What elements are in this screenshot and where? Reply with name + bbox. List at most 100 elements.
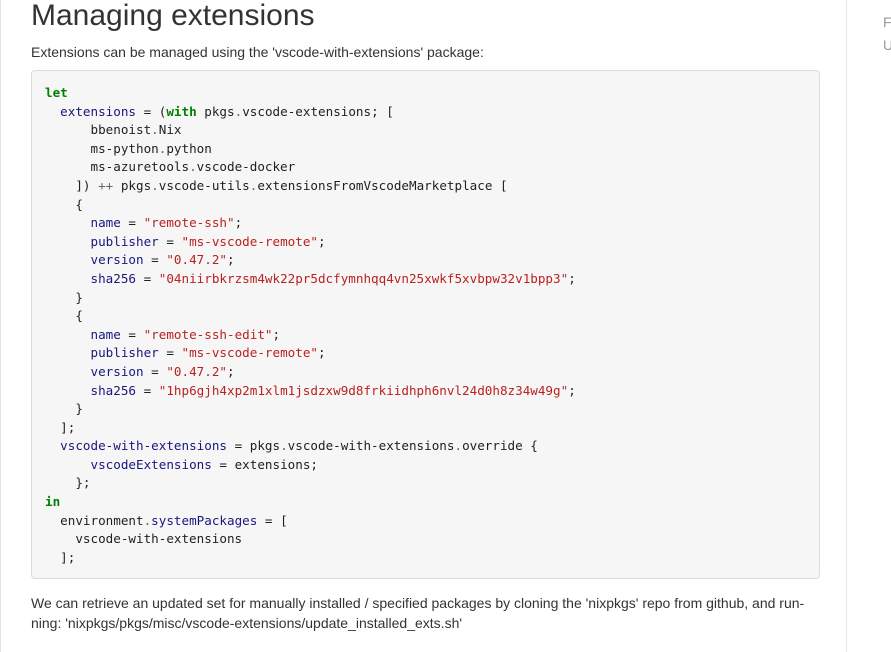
code-token: ;: [317, 345, 326, 361]
code-token-str: "ms-vscode-remote": [181, 233, 318, 249]
code-line: vscode-with-extensions = pkgs.vscode-wit…: [45, 437, 576, 456]
code-line: }: [45, 400, 576, 419]
code-line: name = "remote-ssh-edit";: [45, 326, 576, 345]
code-token: vscode-utils: [158, 177, 250, 193]
code-token: ;: [568, 270, 576, 286]
code-token: =: [120, 326, 144, 342]
code-token: bbenoist: [45, 122, 152, 138]
outro-paragraph: We can retrieve an updated set for manua…: [31, 593, 821, 633]
code-token: =: [158, 233, 182, 249]
code-token: =: [120, 215, 144, 231]
code-token-var: extensions: [60, 103, 136, 119]
code-token-kw: with: [166, 103, 197, 119]
code-token: ms-azuretools: [45, 159, 190, 175]
code-line: ]) ++ pkgs.vscode-utils.extensionsFromVs…: [45, 177, 576, 196]
code-listing[interactable]: let extensions = (with pkgs.vscode-exten…: [45, 84, 576, 567]
code-token: ];: [45, 549, 76, 565]
code-token-op: .: [454, 438, 463, 454]
code-token-var: version: [90, 363, 144, 379]
code-token: ];: [45, 419, 76, 435]
code-line: in: [45, 493, 576, 512]
code-token-var: sha256: [90, 382, 137, 398]
code-line: ms-azuretools.vscode-docker: [45, 158, 576, 177]
code-line: bbenoist.Nix: [45, 121, 576, 140]
code-token-op: ++: [98, 177, 114, 193]
code-token-var: publisher: [90, 345, 159, 361]
code-token: =: [143, 363, 167, 379]
code-line: let: [45, 84, 576, 103]
code-token-str: "remote-ssh": [143, 215, 235, 231]
code-token-var: systemPackages: [151, 512, 258, 528]
code-token: = extensions;: [211, 456, 318, 472]
code-token-kw: in: [45, 494, 61, 510]
code-token: ;: [227, 252, 235, 268]
code-token: override {: [462, 438, 538, 454]
code-line: {: [45, 307, 576, 326]
code-token-var: name: [90, 215, 121, 231]
code-line: };: [45, 474, 576, 493]
code-token: python: [166, 140, 212, 156]
outro-line-2: ning: 'nixpkgs/pkgs/misc/vscode-extensio…: [31, 615, 463, 631]
code-line: environment.systemPackages = [: [45, 512, 576, 531]
code-token-str: "remote-ssh-edit": [143, 326, 273, 342]
code-token-kw: let: [45, 85, 68, 100]
code-token: ;: [568, 382, 576, 398]
right-sidebar-border: [846, 0, 847, 652]
code-token: =: [136, 270, 159, 286]
code-token: ;: [234, 215, 243, 231]
code-token: {: [45, 196, 83, 212]
code-line: sha256 = "1hp6gjh4xp2m1xlm1jsdzxw9d8frki…: [45, 382, 576, 401]
code-line: }: [45, 289, 576, 308]
sidebar-letter[interactable]: U: [883, 37, 891, 53]
code-token-op: .: [151, 122, 159, 138]
code-token: Nix: [158, 122, 182, 138]
code-line: ];: [45, 419, 576, 438]
sidebar-letter[interactable]: F: [883, 14, 891, 30]
code-line: vscodeExtensions = extensions;: [45, 456, 576, 475]
code-block[interactable]: let extensions = (with pkgs.vscode-exten…: [31, 70, 820, 579]
code-token-var: version: [90, 252, 144, 268]
code-line: publisher = "ms-vscode-remote";: [45, 233, 576, 252]
code-line: version = "0.47.2";: [45, 251, 576, 270]
code-token-var: sha256: [90, 270, 137, 286]
code-token-str: "0.47.2": [166, 363, 227, 379]
code-token: = pkgs: [226, 438, 281, 454]
code-line: ms-python.python: [45, 140, 576, 159]
code-line: ];: [45, 549, 576, 568]
code-token: ;: [272, 326, 281, 342]
code-line: {: [45, 196, 576, 215]
code-token-str: "04niirbkrzsm4wk22pr5dcfymnhqq4vn25xwkf5…: [158, 270, 569, 286]
page: F U Managing extensions Extensions can b…: [0, 0, 891, 652]
code-token: = (: [136, 103, 167, 119]
code-token: vscode-with-extensions: [45, 531, 243, 547]
code-token: };: [45, 475, 91, 491]
code-token-str: "0.47.2": [166, 252, 227, 268]
outro-line-1: We can retrieve an updated set for manua…: [31, 595, 805, 611]
code-token-var: name: [90, 326, 121, 342]
code-token: = [: [257, 512, 288, 528]
code-token-var: publisher: [90, 233, 159, 249]
code-token-op: .: [280, 438, 288, 454]
code-token: extensionsFromVscodeMarketplace [: [257, 177, 508, 193]
code-token: =: [158, 345, 182, 361]
code-line: name = "remote-ssh";: [45, 214, 576, 233]
code-line: publisher = "ms-vscode-remote";: [45, 344, 576, 363]
code-token-var: vscode-with-extensions: [60, 438, 227, 454]
code-token: ;: [227, 363, 235, 379]
section-heading: Managing extensions: [31, 0, 315, 32]
code-token-str: "1hp6gjh4xp2m1xlm1jsdzxw9d8frkiidhph6nvl…: [158, 382, 569, 398]
code-token: =: [143, 252, 167, 268]
code-token: pkgs: [196, 103, 235, 119]
intro-paragraph: Extensions can be managed using the 'vsc…: [31, 44, 484, 60]
